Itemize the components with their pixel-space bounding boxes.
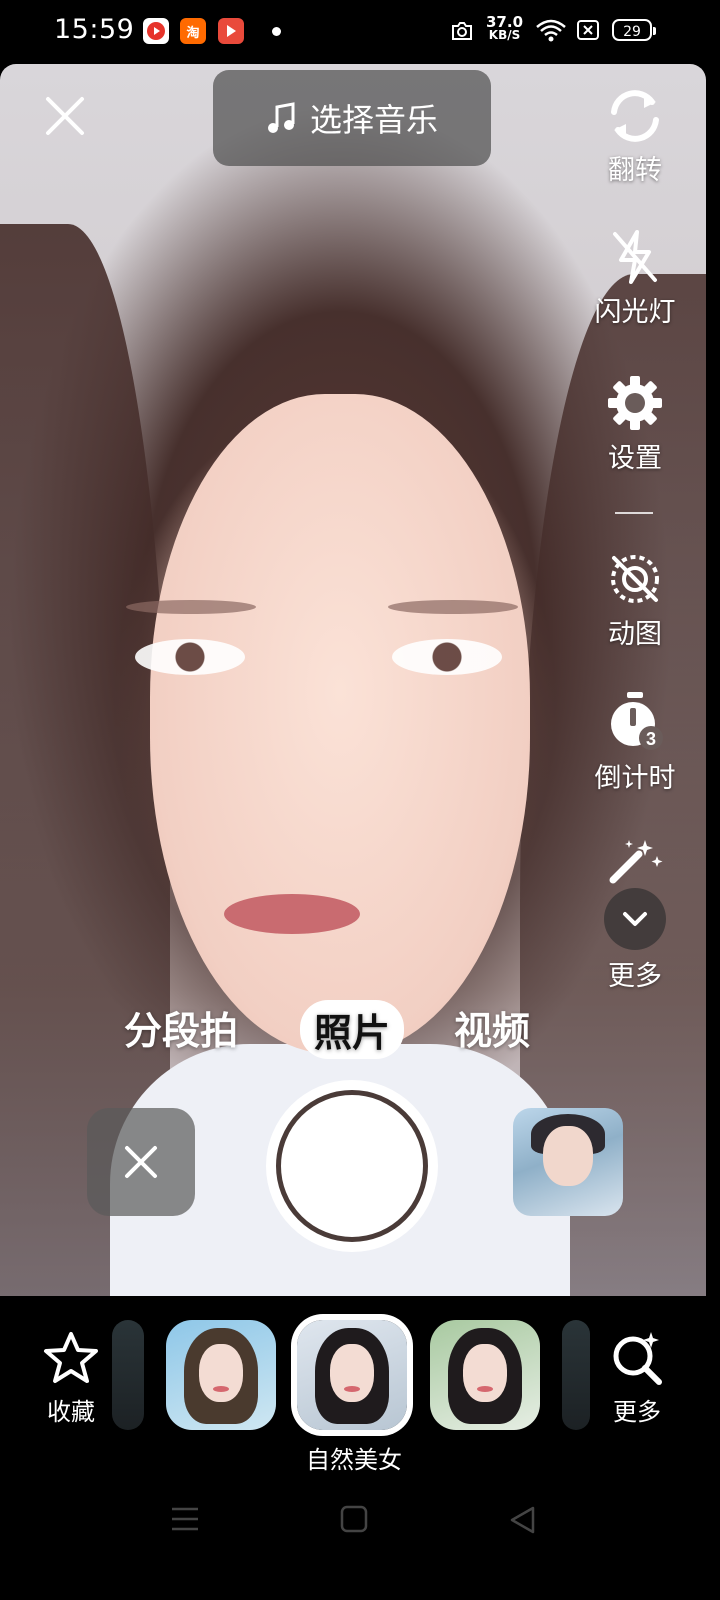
- flash-label: 闪光灯: [594, 297, 676, 328]
- network-speed: 37.0 KB/S: [486, 15, 523, 42]
- home-icon[interactable]: [340, 1505, 368, 1533]
- preview-eye-left: [135, 639, 245, 675]
- filter-item-natural-beauty[interactable]: [297, 1320, 407, 1430]
- mode-tab-video[interactable]: 视频: [454, 1000, 530, 1055]
- filter-item-partial-right[interactable]: [562, 1320, 590, 1430]
- taobao-icon: 淘: [180, 18, 206, 44]
- gear-icon: [608, 376, 662, 430]
- app-icon-red: [143, 18, 169, 44]
- gallery-thumbnail[interactable]: [513, 1108, 623, 1216]
- settings-button[interactable]: 设置: [580, 374, 690, 475]
- flip-camera-icon: [611, 90, 659, 142]
- discard-button[interactable]: [87, 1108, 195, 1216]
- filter-item-flower-crown[interactable]: [430, 1320, 540, 1430]
- filter-item-cute-bear[interactable]: [166, 1320, 276, 1430]
- beauty-magic-button[interactable]: [580, 836, 690, 886]
- close-icon[interactable]: [44, 95, 86, 137]
- side-divider: [615, 512, 653, 514]
- flash-off-icon: [613, 230, 657, 284]
- chevron-down-icon: [604, 888, 666, 950]
- camera-status-icon: [452, 22, 472, 40]
- sim-off-icon: [577, 20, 599, 40]
- more-filters-label: 更多: [613, 1398, 661, 1426]
- settings-label: 设置: [608, 443, 662, 474]
- preview-face: [150, 394, 530, 1054]
- flip-camera-label: 翻转: [608, 155, 662, 186]
- selected-filter-name: 自然美女: [306, 1446, 402, 1474]
- search-sparkle-icon: [613, 1332, 662, 1385]
- preview-brow-right: [388, 600, 518, 614]
- animated-photo-label: 动图: [608, 619, 662, 650]
- timer-icon: 3: [611, 692, 663, 750]
- magic-wand-icon: [609, 840, 663, 884]
- preview-brow-left: [126, 600, 256, 614]
- timer-badge: 3: [646, 729, 656, 749]
- status-time: 15:59: [54, 14, 135, 45]
- flash-button[interactable]: 闪光灯: [580, 228, 690, 329]
- favorites-label: 收藏: [47, 1398, 95, 1426]
- mode-tab-segment[interactable]: 分段拍: [124, 1000, 238, 1055]
- flip-camera-button[interactable]: 翻转: [580, 88, 690, 187]
- countdown-timer-button[interactable]: 3 倒计时: [580, 690, 690, 795]
- shutter-button[interactable]: [266, 1080, 438, 1252]
- shutter-ring: [276, 1090, 428, 1242]
- system-nav-bar: [0, 1476, 720, 1600]
- more-options-label: 更多: [608, 961, 662, 992]
- animated-off-icon: [611, 555, 659, 603]
- mode-tab-photo[interactable]: 照片: [300, 1000, 405, 1059]
- animated-photo-button[interactable]: 动图: [580, 550, 690, 651]
- preview-lips: [224, 894, 360, 934]
- preview-eye-right: [392, 639, 502, 675]
- music-note-icon: [267, 102, 295, 133]
- more-options-button[interactable]: 更多: [580, 888, 690, 993]
- close-small-icon: [125, 1146, 157, 1178]
- wifi-icon: [536, 19, 566, 42]
- select-music-label: 选择音乐: [309, 101, 438, 139]
- more-filters-button[interactable]: 更多: [604, 1330, 670, 1427]
- status-bar: 15:59 淘 37.0 KB/S 29: [0, 0, 720, 64]
- recent-apps-icon[interactable]: [170, 1505, 200, 1533]
- network-speed-unit: KB/S: [488, 28, 521, 42]
- battery-indicator: 29: [612, 19, 656, 41]
- filter-item-partial-left[interactable]: [112, 1320, 144, 1430]
- countdown-timer-label: 倒计时: [594, 763, 676, 794]
- back-icon[interactable]: [508, 1505, 536, 1535]
- video-app-icon: [218, 18, 244, 44]
- favorites-button[interactable]: 收藏: [38, 1330, 104, 1427]
- star-icon: [44, 1332, 98, 1383]
- select-music-button[interactable]: 选择音乐: [213, 70, 491, 166]
- notification-dot: [272, 27, 281, 36]
